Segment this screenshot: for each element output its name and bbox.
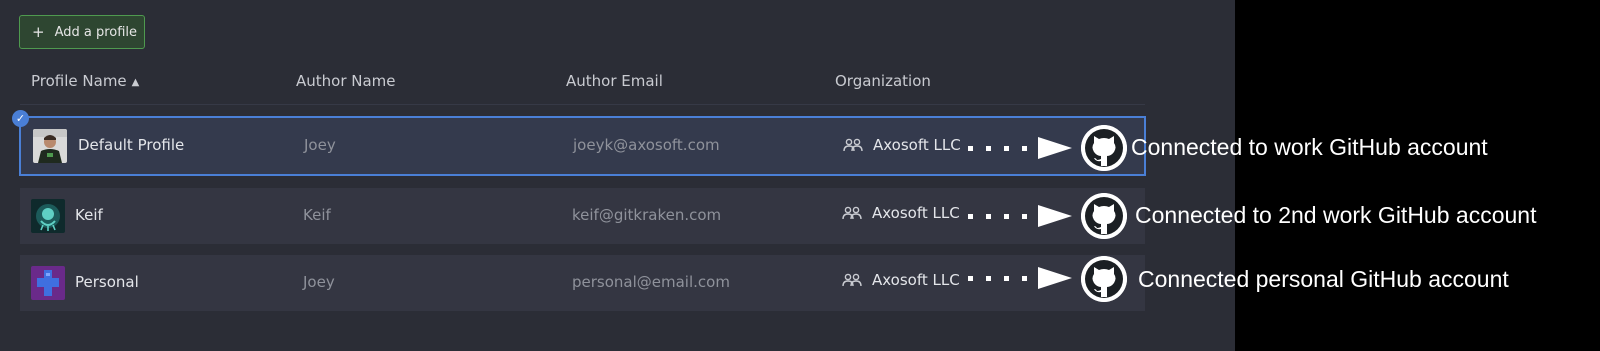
table-header: Profile Name ▲ Author Name Author Email O… [0,70,1145,94]
column-header-author-email[interactable]: Author Email [566,72,663,90]
author-name: Joey [304,136,336,154]
users-group-icon [842,206,862,220]
annotation-label: Connected personal GitHub account [1138,266,1509,292]
author-email: joeyk@axosoft.com [573,136,720,154]
dotted-arrow-icon [968,137,1072,159]
profile-name: Default Profile [78,136,185,154]
organization: Axosoft LLC [842,271,960,289]
add-profile-label: Add a profile [54,24,138,40]
users-group-icon [842,273,862,287]
author-email: personal@email.com [572,273,730,291]
sort-ascending-icon: ▲ [131,77,140,88]
add-profile-button[interactable]: + Add a profile [19,15,145,49]
organization-label: Axosoft LLC [872,271,960,289]
profile-name: Personal [75,273,139,291]
column-header-author-name[interactable]: Author Name [296,72,396,90]
github-octocat-icon [1081,125,1127,171]
users-group-icon [843,138,863,152]
organization-label: Axosoft LLC [873,136,961,154]
column-header-organization[interactable]: Organization [835,72,931,90]
author-name: Joey [303,273,335,291]
organization: Axosoft LLC [843,136,961,154]
avatar [31,266,65,300]
column-header-profile-name[interactable]: Profile Name ▲ [31,72,139,90]
annotation-label: Connected to work GitHub account [1131,134,1488,160]
profiles-panel: + Add a profile Profile Name ▲ Author Nam… [0,0,1235,351]
check-badge-icon: ✓ [12,110,29,127]
dotted-arrow-icon [968,205,1072,227]
avatar [31,199,65,233]
organization-label: Axosoft LLC [872,204,960,222]
author-name: Keif [303,206,331,224]
annotation-label: Connected to 2nd work GitHub account [1135,202,1537,228]
plus-icon: + [32,22,45,41]
column-header-profile-name-label: Profile Name [31,72,127,90]
github-octocat-icon [1081,256,1127,302]
organization: Axosoft LLC [842,204,960,222]
dotted-arrow-icon [968,267,1072,289]
github-octocat-icon [1081,193,1127,239]
profile-name: Keif [75,206,103,224]
author-email: keif@gitkraken.com [572,206,722,224]
header-divider [20,104,1145,105]
avatar [33,129,67,163]
